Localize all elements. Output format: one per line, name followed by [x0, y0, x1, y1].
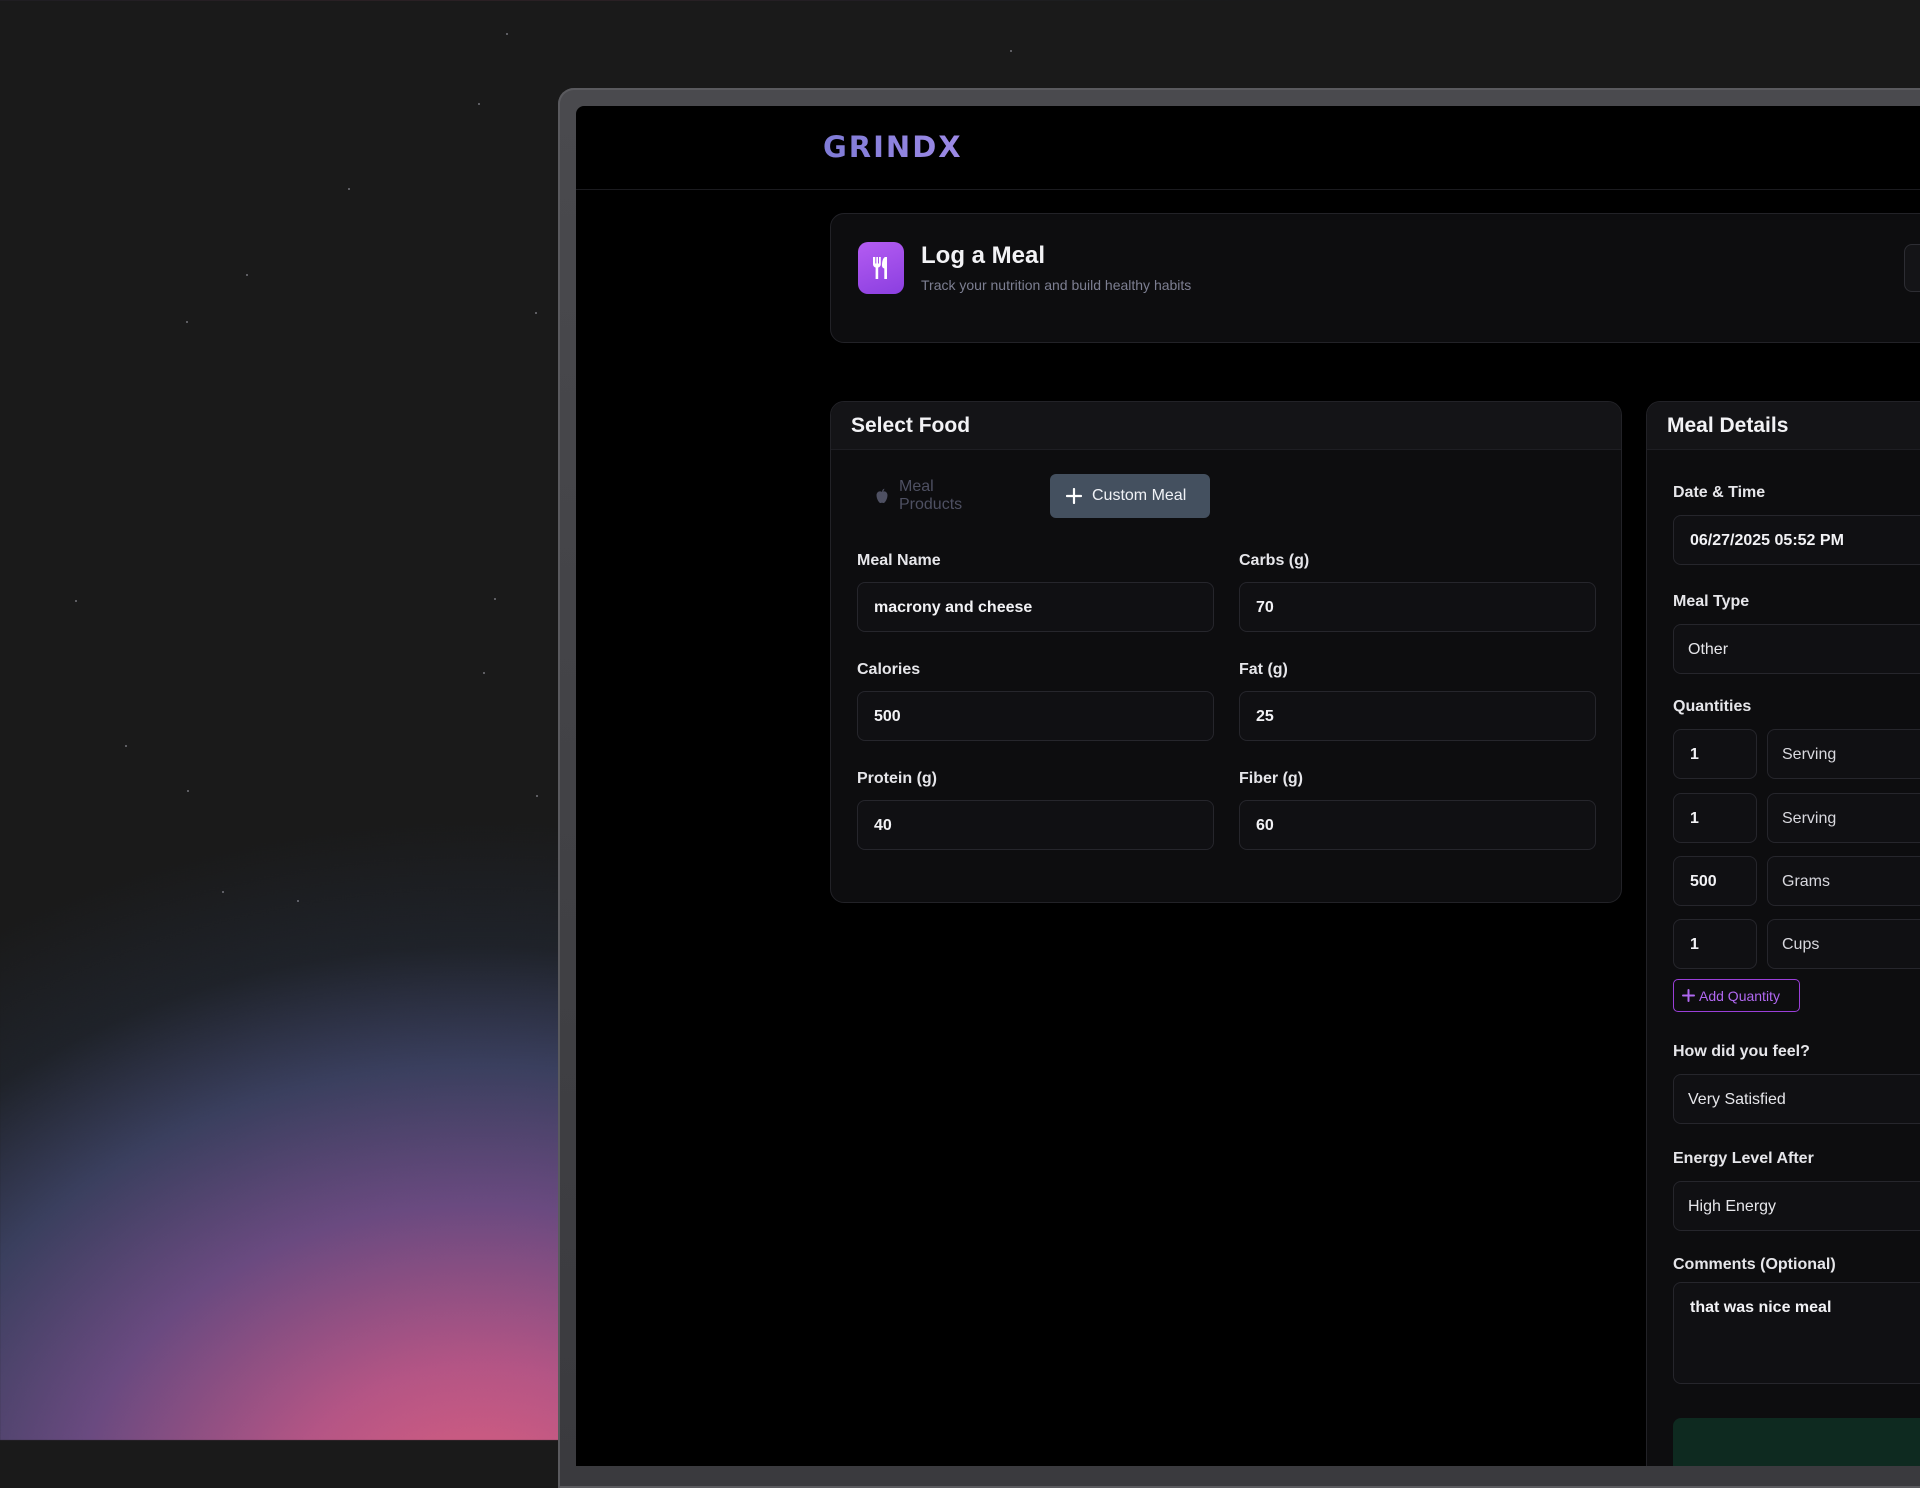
- fat-input[interactable]: 25: [1239, 691, 1596, 741]
- background-star: [483, 672, 485, 674]
- panel-title: Meal Details: [1667, 414, 1789, 437]
- app-screen: GRINDX Log a Meal Track your nutrition a…: [576, 106, 1920, 1466]
- background-star: [478, 103, 480, 105]
- feeling-select[interactable]: Very Satisfied: [1673, 1074, 1920, 1124]
- page-title: Log a Meal: [921, 242, 1046, 269]
- quantity-amount-input[interactable]: 1: [1673, 793, 1757, 843]
- close-button[interactable]: ×: [1904, 244, 1920, 292]
- tab-label: Custom Meal: [1092, 487, 1187, 504]
- date-time-label: Date & Time: [1673, 484, 1766, 501]
- quantity-amount-input[interactable]: 500: [1673, 856, 1757, 906]
- select-food-panel: Select Food Meal Products Custom Meal Me…: [830, 401, 1622, 903]
- meal-type-select[interactable]: Other: [1673, 624, 1920, 674]
- energy-level-label: Energy Level After: [1673, 1150, 1814, 1167]
- protein-input[interactable]: 40: [857, 800, 1214, 850]
- comments-textarea[interactable]: that was nice meal: [1673, 1282, 1920, 1384]
- quantity-unit-select[interactable]: Serving: [1767, 729, 1920, 779]
- tab-custom-meal[interactable]: Custom Meal: [1050, 474, 1210, 518]
- quantities-label: Quantities: [1673, 698, 1752, 715]
- background-star: [494, 598, 496, 600]
- page-header: Log a Meal Track your nutrition and buil…: [830, 213, 1920, 343]
- calories-label: Calories: [857, 661, 921, 678]
- quantity-amount-input[interactable]: 1: [1673, 729, 1757, 779]
- estimated-nutrition-box: [1673, 1418, 1920, 1466]
- utensils-icon: [858, 242, 904, 294]
- panel-header: Meal Details: [1647, 402, 1920, 450]
- fat-label: Fat (g): [1239, 661, 1288, 678]
- meal-name-input[interactable]: macrony and cheese: [857, 582, 1214, 632]
- background-star: [506, 33, 508, 35]
- background-star: [75, 600, 77, 602]
- app-logo[interactable]: GRINDX: [823, 130, 963, 164]
- energy-level-select[interactable]: High Energy: [1673, 1181, 1920, 1231]
- background-star: [348, 188, 350, 190]
- calories-input[interactable]: 500: [857, 691, 1214, 741]
- background-star: [186, 321, 188, 323]
- background-star: [1010, 50, 1012, 52]
- background-star: [222, 891, 224, 893]
- plus-icon: [1682, 989, 1695, 1002]
- comments-label: Comments (Optional): [1673, 1256, 1836, 1273]
- background-star: [125, 745, 127, 747]
- background-star: [187, 790, 189, 792]
- date-time-input[interactable]: 06/27/2025 05:52 PM: [1673, 515, 1920, 565]
- panel-header: Select Food: [831, 402, 1621, 450]
- top-navbar: GRINDX: [576, 106, 1920, 190]
- carbs-input[interactable]: 70: [1239, 582, 1596, 632]
- background-star: [246, 274, 248, 276]
- quantity-unit-select[interactable]: Grams: [1767, 856, 1920, 906]
- quantity-unit-select[interactable]: Cups: [1767, 919, 1920, 969]
- meal-details-panel: Meal Details Date & Time 06/27/2025 05:5…: [1646, 401, 1920, 1466]
- panel-title: Select Food: [851, 414, 971, 437]
- background-star: [297, 900, 299, 902]
- feeling-label: How did you feel?: [1673, 1043, 1810, 1060]
- apple-icon: [875, 488, 889, 504]
- background-star: [535, 312, 537, 314]
- add-quantity-label: Add Quantity: [1699, 987, 1780, 1004]
- background-star: [536, 795, 538, 797]
- meal-name-label: Meal Name: [857, 552, 941, 569]
- quantity-unit-select[interactable]: Serving: [1767, 793, 1920, 843]
- protein-label: Protein (g): [857, 770, 937, 787]
- page-subtitle: Track your nutrition and build healthy h…: [921, 277, 1192, 293]
- add-quantity-button[interactable]: Add Quantity: [1673, 979, 1800, 1012]
- tab-meal-products[interactable]: Meal Products: [859, 474, 1009, 518]
- quantity-amount-input[interactable]: 1: [1673, 919, 1757, 969]
- carbs-label: Carbs (g): [1239, 552, 1310, 569]
- plus-icon: [1066, 488, 1082, 504]
- fiber-label: Fiber (g): [1239, 770, 1303, 787]
- fiber-input[interactable]: 60: [1239, 800, 1596, 850]
- meal-type-label: Meal Type: [1673, 593, 1750, 610]
- tab-label: Meal Products: [899, 478, 963, 513]
